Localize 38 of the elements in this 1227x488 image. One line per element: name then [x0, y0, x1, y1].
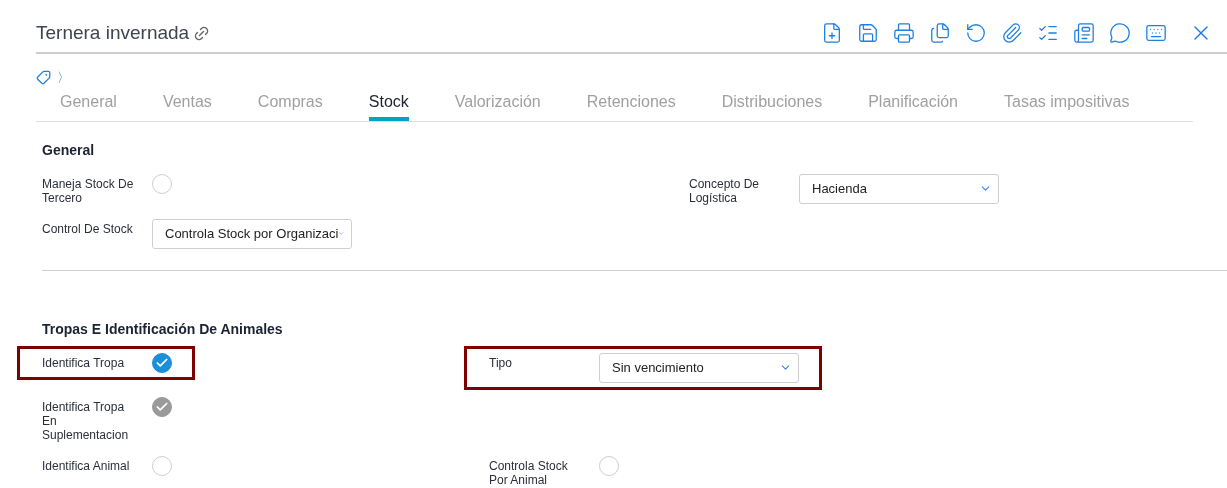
field-label: Identifica Tropa En Suplementacion	[42, 398, 130, 442]
tab[interactable]: Planificación	[868, 89, 958, 121]
tag-icon[interactable]	[36, 70, 51, 86]
save-icon[interactable]	[857, 22, 879, 44]
print-icon[interactable]	[893, 22, 915, 44]
tab[interactable]: Valorización	[454, 89, 541, 121]
record-title: Ternera invernada	[36, 20, 190, 45]
field-label: Identifica Animal	[42, 457, 131, 473]
select-field[interactable]: Hacienda	[799, 173, 999, 204]
tab[interactable]: General	[60, 89, 117, 121]
checkbox[interactable]	[152, 352, 172, 373]
checkbox[interactable]	[152, 455, 172, 476]
select-field[interactable]: Controla Stock por Organizaci	[152, 218, 352, 249]
field-label: Control De Stock	[42, 220, 134, 236]
field-label: Controla Stock Por Animal	[489, 457, 569, 487]
comment-icon[interactable]	[1109, 22, 1131, 44]
documents-icon[interactable]	[929, 22, 951, 44]
select-field[interactable]: Sin vencimiento	[599, 352, 799, 383]
field-label: Identifica Tropa	[42, 354, 126, 370]
keyboard-icon[interactable]	[1145, 22, 1167, 44]
field-label: Concepto De Logística	[689, 175, 761, 205]
tab[interactable]: Ventas	[162, 89, 212, 121]
checkbox[interactable]	[152, 173, 172, 194]
section-title: Tropas E Identificación De Animales	[42, 319, 284, 339]
newspaper-icon[interactable]	[1073, 22, 1095, 44]
field-label: Maneja Stock De Tercero	[42, 175, 135, 205]
tab[interactable]: Compras	[257, 89, 323, 121]
new-file-icon[interactable]	[821, 22, 843, 44]
tab[interactable]: Retenciones	[586, 89, 676, 121]
tab[interactable]: Distribuciones	[721, 89, 823, 121]
history-icon[interactable]	[965, 22, 987, 44]
field-label: Tipo	[489, 354, 513, 370]
paperclip-icon[interactable]	[1001, 22, 1023, 44]
tab[interactable]: Tasas impositivas	[1004, 89, 1130, 121]
breadcrumb-separator: 〉	[57, 69, 70, 87]
tab[interactable]: Stock	[368, 89, 409, 121]
section-title: General	[42, 140, 96, 160]
checkbox[interactable]	[599, 455, 619, 476]
